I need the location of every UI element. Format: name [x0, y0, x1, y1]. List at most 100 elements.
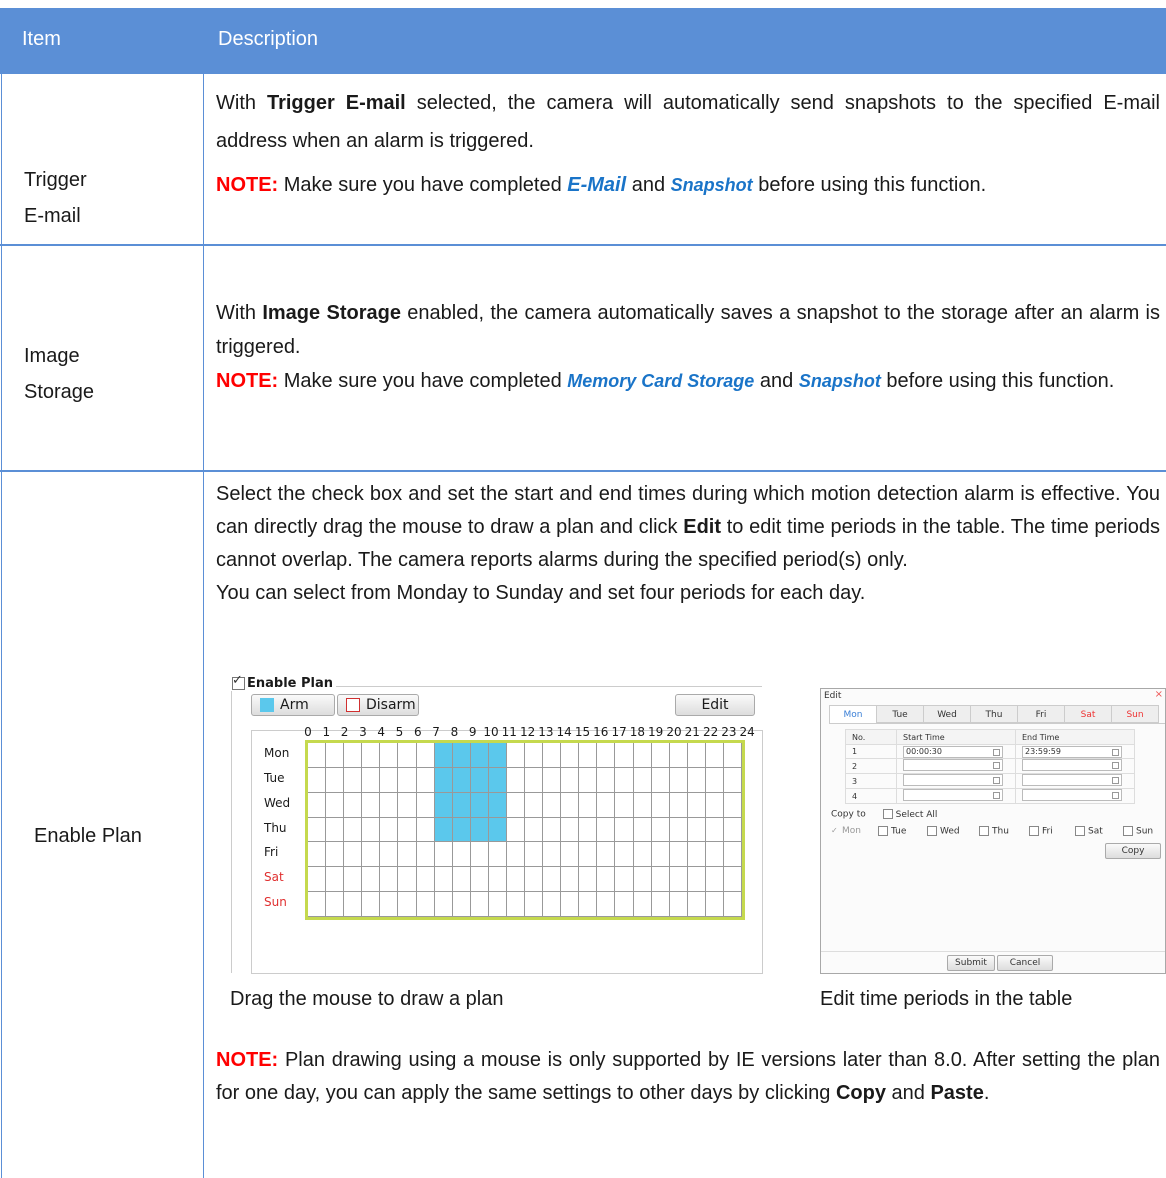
plan-cell[interactable] [488, 892, 507, 917]
cancel-button[interactable]: Cancel [997, 955, 1053, 971]
plan-cell[interactable] [488, 743, 507, 768]
disarm-button[interactable]: Disarm [337, 694, 419, 716]
plan-cell[interactable] [561, 767, 580, 793]
plan-cell[interactable] [308, 767, 327, 793]
plan-cell[interactable] [506, 743, 525, 768]
plan-cell[interactable] [344, 743, 363, 768]
plan-cell[interactable] [525, 817, 544, 843]
plan-cell[interactable] [633, 817, 652, 843]
end-time-input[interactable]: 23:59:59 [1022, 745, 1122, 758]
plan-cell[interactable] [597, 817, 616, 843]
plan-cell[interactable] [416, 842, 435, 868]
plan-cell[interactable] [452, 892, 471, 917]
plan-cell[interactable] [470, 792, 489, 818]
plan-cell[interactable] [398, 792, 417, 818]
plan-cell[interactable] [723, 767, 742, 793]
plan-cell[interactable] [723, 743, 742, 768]
plan-cell[interactable] [543, 817, 562, 843]
copy-day-thu[interactable]: Thu [979, 826, 1009, 837]
plan-cell[interactable] [705, 767, 724, 793]
plan-cell[interactable] [344, 817, 363, 843]
plan-cell[interactable] [633, 892, 652, 917]
plan-cell[interactable] [633, 842, 652, 868]
plan-cell[interactable] [705, 817, 724, 843]
plan-cell[interactable] [705, 892, 724, 917]
plan-cell[interactable] [615, 867, 634, 893]
plan-cell[interactable] [525, 767, 544, 793]
memory-card-storage-link[interactable]: Memory Card Storage [567, 371, 754, 391]
plan-cell[interactable] [543, 792, 562, 818]
plan-cell[interactable] [326, 767, 345, 793]
plan-cell[interactable] [434, 767, 453, 793]
plan-cell[interactable] [543, 867, 562, 893]
plan-cell[interactable] [615, 792, 634, 818]
tab-tue[interactable]: Tue [876, 705, 924, 723]
plan-cell[interactable] [470, 767, 489, 793]
plan-cell[interactable] [506, 817, 525, 843]
plan-cell[interactable] [651, 892, 670, 917]
plan-cell[interactable] [308, 792, 327, 818]
plan-cell[interactable] [380, 743, 399, 768]
plan-cell[interactable] [669, 892, 688, 917]
plan-cell[interactable] [687, 767, 706, 793]
plan-cell[interactable] [669, 867, 688, 893]
plan-cell[interactable] [326, 792, 345, 818]
tab-sun[interactable]: Sun [1111, 705, 1159, 723]
plan-cell[interactable] [525, 743, 544, 768]
plan-cell[interactable] [344, 867, 363, 893]
plan-cell[interactable] [651, 767, 670, 793]
start-time-input[interactable] [903, 759, 1003, 771]
plan-cell[interactable] [434, 867, 453, 893]
tab-wed[interactable]: Wed [923, 705, 971, 723]
plan-cell[interactable] [597, 743, 616, 768]
plan-cell[interactable] [362, 743, 381, 768]
plan-cell[interactable] [416, 767, 435, 793]
plan-cell[interactable] [416, 817, 435, 843]
plan-cell[interactable] [633, 743, 652, 768]
plan-cell[interactable] [723, 842, 742, 868]
plan-cell[interactable] [362, 892, 381, 917]
plan-cell[interactable] [723, 817, 742, 843]
plan-cell[interactable] [380, 842, 399, 868]
plan-cell[interactable] [470, 892, 489, 917]
start-time-input[interactable]: 00:00:30 [903, 745, 1003, 758]
plan-cell[interactable] [488, 817, 507, 843]
plan-cell[interactable] [615, 767, 634, 793]
plan-cell[interactable] [326, 743, 345, 768]
plan-cell[interactable] [687, 842, 706, 868]
plan-cell[interactable] [326, 892, 345, 917]
tab-fri[interactable]: Fri [1017, 705, 1065, 723]
plan-cell[interactable] [362, 817, 381, 843]
plan-cell[interactable] [326, 867, 345, 893]
plan-cell[interactable] [308, 817, 327, 843]
plan-cell[interactable] [687, 867, 706, 893]
plan-cell[interactable] [597, 842, 616, 868]
plan-cell[interactable] [561, 817, 580, 843]
plan-cell[interactable] [452, 792, 471, 818]
plan-cell[interactable] [434, 792, 453, 818]
plan-cell[interactable] [488, 867, 507, 893]
plan-cell[interactable] [561, 792, 580, 818]
plan-grid[interactable] [305, 740, 745, 920]
plan-cell[interactable] [687, 743, 706, 768]
end-time-input[interactable] [1022, 759, 1122, 771]
plan-cell[interactable] [723, 792, 742, 818]
email-link[interactable]: E-Mail [567, 174, 626, 196]
plan-cell[interactable] [344, 767, 363, 793]
plan-cell[interactable] [579, 767, 598, 793]
plan-cell[interactable] [398, 892, 417, 917]
plan-cell[interactable] [434, 842, 453, 868]
plan-cell[interactable] [579, 792, 598, 818]
plan-cell[interactable] [434, 817, 453, 843]
copy-day-fri[interactable]: Fri [1029, 826, 1053, 837]
end-time-input[interactable] [1022, 774, 1122, 786]
plan-cell[interactable] [651, 867, 670, 893]
plan-cell[interactable] [597, 767, 616, 793]
tab-mon[interactable]: Mon [829, 705, 877, 723]
plan-cell[interactable] [561, 743, 580, 768]
plan-cell[interactable] [506, 767, 525, 793]
plan-cell[interactable] [615, 743, 634, 768]
plan-cell[interactable] [344, 842, 363, 868]
plan-cell[interactable] [380, 892, 399, 917]
plan-cell[interactable] [633, 767, 652, 793]
